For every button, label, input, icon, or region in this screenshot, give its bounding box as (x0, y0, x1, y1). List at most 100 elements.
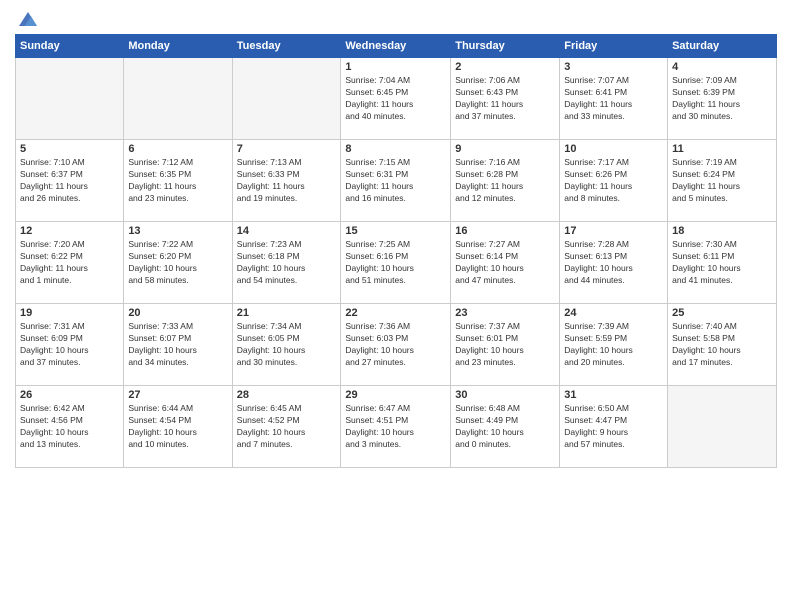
calendar-cell: 24 Sunrise: 7:39 AM Sunset: 5:59 PM Dayli… (560, 304, 668, 386)
day-number: 10 (564, 143, 663, 155)
day-info: Sunrise: 7:09 AM Sunset: 6:39 PM Dayligh… (672, 75, 772, 123)
day-number: 30 (455, 389, 555, 401)
calendar-cell: 7 Sunrise: 7:13 AM Sunset: 6:33 PM Daylig… (232, 140, 341, 222)
day-number: 5 (20, 143, 119, 155)
day-number: 11 (672, 143, 772, 155)
calendar-week-2: 5 Sunrise: 7:10 AM Sunset: 6:37 PM Daylig… (16, 140, 777, 222)
calendar-week-4: 19 Sunrise: 7:31 AM Sunset: 6:09 PM Dayli… (16, 304, 777, 386)
day-number: 15 (345, 225, 446, 237)
day-info: Sunrise: 7:34 AM Sunset: 6:05 PM Dayligh… (237, 321, 337, 369)
day-number: 12 (20, 225, 119, 237)
day-info: Sunrise: 7:04 AM Sunset: 6:45 PM Dayligh… (345, 75, 446, 123)
day-number: 16 (455, 225, 555, 237)
calendar-cell: 31 Sunrise: 6:50 AM Sunset: 4:47 PM Dayli… (560, 386, 668, 468)
calendar-cell: 19 Sunrise: 7:31 AM Sunset: 6:09 PM Dayli… (16, 304, 124, 386)
day-info: Sunrise: 7:13 AM Sunset: 6:33 PM Dayligh… (237, 157, 337, 205)
day-info: Sunrise: 7:20 AM Sunset: 6:22 PM Dayligh… (20, 239, 119, 287)
day-info: Sunrise: 7:19 AM Sunset: 6:24 PM Dayligh… (672, 157, 772, 205)
calendar-cell: 3Sunrise: 7:07 AM Sunset: 6:41 PM Daylig… (560, 58, 668, 140)
calendar-cell: 22 Sunrise: 7:36 AM Sunset: 6:03 PM Dayli… (341, 304, 451, 386)
calendar-cell: 14 Sunrise: 7:23 AM Sunset: 6:18 PM Dayli… (232, 222, 341, 304)
day-number: 17 (564, 225, 663, 237)
calendar-cell: 16 Sunrise: 7:27 AM Sunset: 6:14 PM Dayli… (451, 222, 560, 304)
weekday-header-tuesday: Tuesday (232, 35, 341, 58)
day-number: 14 (237, 225, 337, 237)
calendar-cell: 23Sunrise: 7:37 AM Sunset: 6:01 PM Dayli… (451, 304, 560, 386)
weekday-header-friday: Friday (560, 35, 668, 58)
logo-icon (17, 10, 39, 28)
calendar-week-1: 1 Sunrise: 7:04 AM Sunset: 6:45 PM Daylig… (16, 58, 777, 140)
weekday-header-thursday: Thursday (451, 35, 560, 58)
weekday-header-monday: Monday (124, 35, 232, 58)
weekday-header-saturday: Saturday (668, 35, 777, 58)
calendar-table: SundayMondayTuesdayWednesdayThursdayFrid… (15, 34, 777, 468)
calendar-cell: 29 Sunrise: 6:47 AM Sunset: 4:51 PM Dayli… (341, 386, 451, 468)
day-number: 9 (455, 143, 555, 155)
day-info: Sunrise: 7:22 AM Sunset: 6:20 PM Dayligh… (128, 239, 227, 287)
calendar-cell: 30Sunrise: 6:48 AM Sunset: 4:49 PM Dayli… (451, 386, 560, 468)
day-info: Sunrise: 7:36 AM Sunset: 6:03 PM Dayligh… (345, 321, 446, 369)
day-number: 3 (564, 61, 663, 73)
day-number: 25 (672, 307, 772, 319)
day-info: Sunrise: 7:12 AM Sunset: 6:35 PM Dayligh… (128, 157, 227, 205)
day-number: 28 (237, 389, 337, 401)
page: SundayMondayTuesdayWednesdayThursdayFrid… (0, 0, 792, 612)
calendar-cell: 1 Sunrise: 7:04 AM Sunset: 6:45 PM Daylig… (341, 58, 451, 140)
day-info: Sunrise: 7:39 AM Sunset: 5:59 PM Dayligh… (564, 321, 663, 369)
day-number: 20 (128, 307, 227, 319)
day-info: Sunrise: 7:33 AM Sunset: 6:07 PM Dayligh… (128, 321, 227, 369)
calendar-cell: 4 Sunrise: 7:09 AM Sunset: 6:39 PM Daylig… (668, 58, 777, 140)
day-number: 1 (345, 61, 446, 73)
day-info: Sunrise: 6:44 AM Sunset: 4:54 PM Dayligh… (128, 403, 227, 451)
day-number: 27 (128, 389, 227, 401)
day-info: Sunrise: 6:47 AM Sunset: 4:51 PM Dayligh… (345, 403, 446, 451)
day-number: 2 (455, 61, 555, 73)
day-info: Sunrise: 7:28 AM Sunset: 6:13 PM Dayligh… (564, 239, 663, 287)
day-info: Sunrise: 7:10 AM Sunset: 6:37 PM Dayligh… (20, 157, 119, 205)
day-number: 19 (20, 307, 119, 319)
day-number: 8 (345, 143, 446, 155)
day-info: Sunrise: 7:06 AM Sunset: 6:43 PM Dayligh… (455, 75, 555, 123)
weekday-header-row: SundayMondayTuesdayWednesdayThursdayFrid… (16, 35, 777, 58)
calendar-cell: 11 Sunrise: 7:19 AM Sunset: 6:24 PM Dayli… (668, 140, 777, 222)
day-info: Sunrise: 7:27 AM Sunset: 6:14 PM Dayligh… (455, 239, 555, 287)
day-number: 24 (564, 307, 663, 319)
day-number: 26 (20, 389, 119, 401)
calendar-cell: 20 Sunrise: 7:33 AM Sunset: 6:07 PM Dayli… (124, 304, 232, 386)
logo-text (15, 10, 39, 28)
day-info: Sunrise: 7:37 AM Sunset: 6:01 PM Dayligh… (455, 321, 555, 369)
day-number: 21 (237, 307, 337, 319)
day-info: Sunrise: 6:50 AM Sunset: 4:47 PM Dayligh… (564, 403, 663, 451)
day-number: 31 (564, 389, 663, 401)
calendar-cell: 26 Sunrise: 6:42 AM Sunset: 4:56 PM Dayli… (16, 386, 124, 468)
day-info: Sunrise: 7:16 AM Sunset: 6:28 PM Dayligh… (455, 157, 555, 205)
day-info: Sunrise: 7:31 AM Sunset: 6:09 PM Dayligh… (20, 321, 119, 369)
day-info: Sunrise: 7:30 AM Sunset: 6:11 PM Dayligh… (672, 239, 772, 287)
calendar-cell: 13 Sunrise: 7:22 AM Sunset: 6:20 PM Dayli… (124, 222, 232, 304)
day-number: 6 (128, 143, 227, 155)
day-info: Sunrise: 7:25 AM Sunset: 6:16 PM Dayligh… (345, 239, 446, 287)
day-number: 13 (128, 225, 227, 237)
logo (15, 10, 39, 28)
calendar-cell: 5 Sunrise: 7:10 AM Sunset: 6:37 PM Daylig… (16, 140, 124, 222)
day-number: 29 (345, 389, 446, 401)
calendar-cell (232, 58, 341, 140)
calendar-cell: 17 Sunrise: 7:28 AM Sunset: 6:13 PM Dayli… (560, 222, 668, 304)
day-number: 4 (672, 61, 772, 73)
calendar-cell: 9 Sunrise: 7:16 AM Sunset: 6:28 PM Daylig… (451, 140, 560, 222)
day-number: 22 (345, 307, 446, 319)
header (15, 10, 777, 28)
day-info: Sunrise: 7:15 AM Sunset: 6:31 PM Dayligh… (345, 157, 446, 205)
calendar-cell (16, 58, 124, 140)
day-info: Sunrise: 6:45 AM Sunset: 4:52 PM Dayligh… (237, 403, 337, 451)
calendar-cell: 27 Sunrise: 6:44 AM Sunset: 4:54 PM Dayli… (124, 386, 232, 468)
calendar-week-5: 26 Sunrise: 6:42 AM Sunset: 4:56 PM Dayli… (16, 386, 777, 468)
calendar-cell: 10 Sunrise: 7:17 AM Sunset: 6:26 PM Dayli… (560, 140, 668, 222)
day-number: 7 (237, 143, 337, 155)
weekday-header-sunday: Sunday (16, 35, 124, 58)
day-info: Sunrise: 7:17 AM Sunset: 6:26 PM Dayligh… (564, 157, 663, 205)
calendar-cell (124, 58, 232, 140)
day-info: Sunrise: 7:23 AM Sunset: 6:18 PM Dayligh… (237, 239, 337, 287)
calendar-cell: 8 Sunrise: 7:15 AM Sunset: 6:31 PM Daylig… (341, 140, 451, 222)
day-info: Sunrise: 6:42 AM Sunset: 4:56 PM Dayligh… (20, 403, 119, 451)
